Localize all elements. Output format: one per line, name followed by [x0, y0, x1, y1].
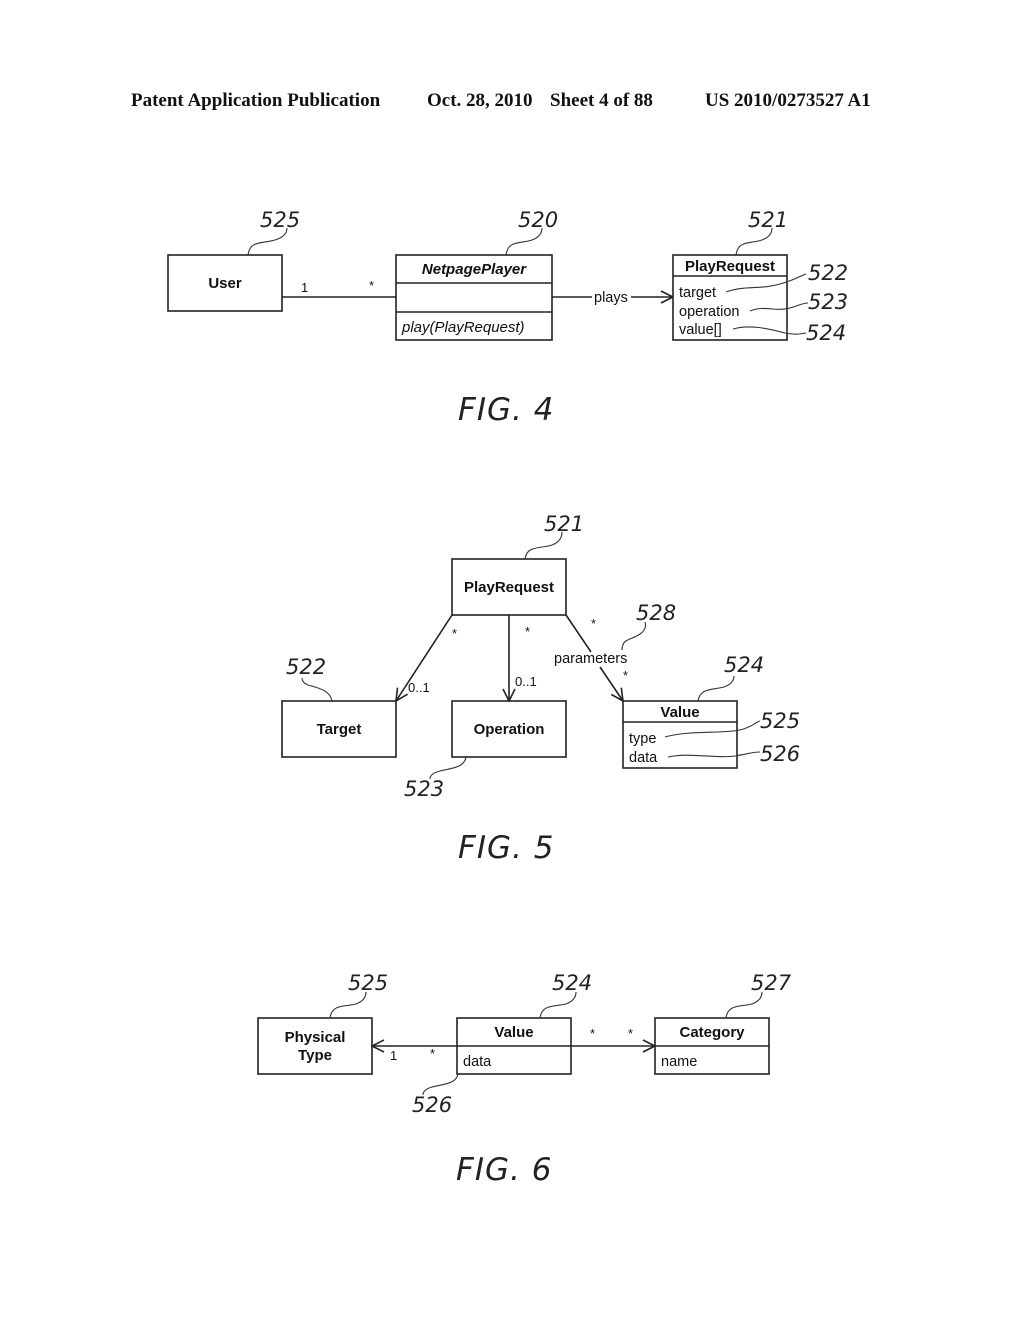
fig5-target-mult: 0..1	[408, 680, 430, 695]
fig5-parameters-source-mult: *	[591, 616, 596, 631]
fig4-user-ref: 525	[260, 208, 300, 232]
fig4-user-multiplicity: 1	[301, 280, 308, 295]
fig5-parameters-ref: 528	[636, 601, 676, 625]
fig6-value-attr-data: data	[463, 1054, 492, 1070]
fig5-parameters-leader	[621, 621, 647, 651]
fig4-attr-value: value[]	[679, 322, 722, 338]
fig5-operation-ref: 523	[404, 777, 444, 801]
fig5-value-ref: 524	[724, 653, 764, 677]
fig4-user-name: User	[208, 275, 242, 292]
fig6-physicaltype-ref: 525	[348, 971, 388, 995]
fig6-physicaltype-class	[257, 1017, 373, 1075]
fig5-ref-526: 526	[760, 742, 800, 766]
fig5-target-leader	[301, 677, 333, 702]
fig4-attr-operation: operation	[679, 304, 739, 320]
fig6-physicaltype-leader	[329, 991, 367, 1019]
fig6-value-ref: 524	[552, 971, 592, 995]
fig5-target-name: Target	[317, 721, 362, 738]
fig5-operation-leader	[429, 756, 467, 780]
fig6-value-type-mult: *	[430, 1046, 435, 1061]
fig6-physicaltype-name-1: Physical	[285, 1029, 346, 1046]
fig4-player-name: NetpagePlayer	[422, 261, 527, 278]
fig6-value-name: Value	[494, 1024, 533, 1041]
fig4-player-multiplicity: *	[369, 278, 374, 293]
fig5-attr-data: data	[629, 750, 658, 766]
fig4-playrequest-leader	[735, 227, 773, 256]
fig5-attr-type: type	[629, 731, 656, 747]
fig6-value-leader	[539, 991, 577, 1019]
fig4-ref-524: 524	[806, 321, 846, 345]
fig5-parameters-target-mult: *	[623, 668, 628, 683]
fig6-category-leader	[725, 991, 763, 1019]
fig4-attr-target: target	[679, 285, 716, 301]
fig5-assoc-parameters-b	[599, 666, 623, 701]
fig4-caption: FIG. 4	[458, 392, 554, 428]
fig6-physicaltype-mult: 1	[390, 1048, 397, 1063]
fig5-playrequest-leader	[524, 531, 563, 560]
fig5-target-source-mult: *	[452, 626, 457, 641]
fig4-ref-522: 522	[808, 261, 848, 285]
fig5-assoc-parameters-a	[565, 614, 592, 653]
fig5-operation-name: Operation	[474, 721, 545, 738]
fig6-physicaltype-name-2: Type	[298, 1047, 332, 1064]
fig5-caption: FIG. 5	[458, 830, 554, 866]
fig5-playrequest-ref: 521	[544, 512, 584, 536]
fig4-player-method: play(PlayRequest)	[401, 319, 525, 336]
fig6-category-attr-name: name	[661, 1054, 697, 1070]
fig6-caption: FIG. 6	[456, 1152, 552, 1188]
fig6-data-ref: 526	[412, 1093, 452, 1117]
fig4-ref-523: 523	[808, 290, 848, 314]
fig5-value-name: Value	[660, 704, 699, 721]
fig6-category-mult: *	[628, 1026, 633, 1041]
fig6-data-leader	[422, 1073, 459, 1096]
fig4-playrequest-ref: 521	[748, 208, 788, 232]
fig6: Physical Type 525 Value data 524 526 Cat…	[257, 971, 792, 1188]
fig5-ref-525: 525	[760, 709, 800, 733]
fig4-player-leader	[505, 227, 543, 256]
fig5-target-ref: 522	[286, 655, 326, 679]
fig4-playrequest-name: PlayRequest	[685, 258, 775, 275]
fig5-playrequest-name: PlayRequest	[464, 579, 554, 596]
fig6-category-ref: 527	[751, 971, 792, 995]
fig4-plays-label: plays	[594, 290, 628, 306]
fig5-parameters-label: parameters	[554, 651, 627, 667]
fig5-value-leader	[697, 675, 735, 702]
fig4-player-ref: 520	[518, 208, 558, 232]
fig4: User 525 1 * NetpagePlayer play(PlayRequ…	[167, 208, 848, 428]
patent-figures: User 525 1 * NetpagePlayer play(PlayRequ…	[167, 208, 848, 1188]
fig6-value-category-mult: *	[590, 1026, 595, 1041]
fig5-operation-source-mult: *	[525, 624, 530, 639]
fig4-user-leader	[247, 227, 288, 256]
fig6-category-name: Category	[679, 1024, 745, 1041]
fig5: PlayRequest 521 * 0..1 * 0..1 * paramete…	[281, 512, 800, 866]
fig5-operation-mult: 0..1	[515, 674, 537, 689]
